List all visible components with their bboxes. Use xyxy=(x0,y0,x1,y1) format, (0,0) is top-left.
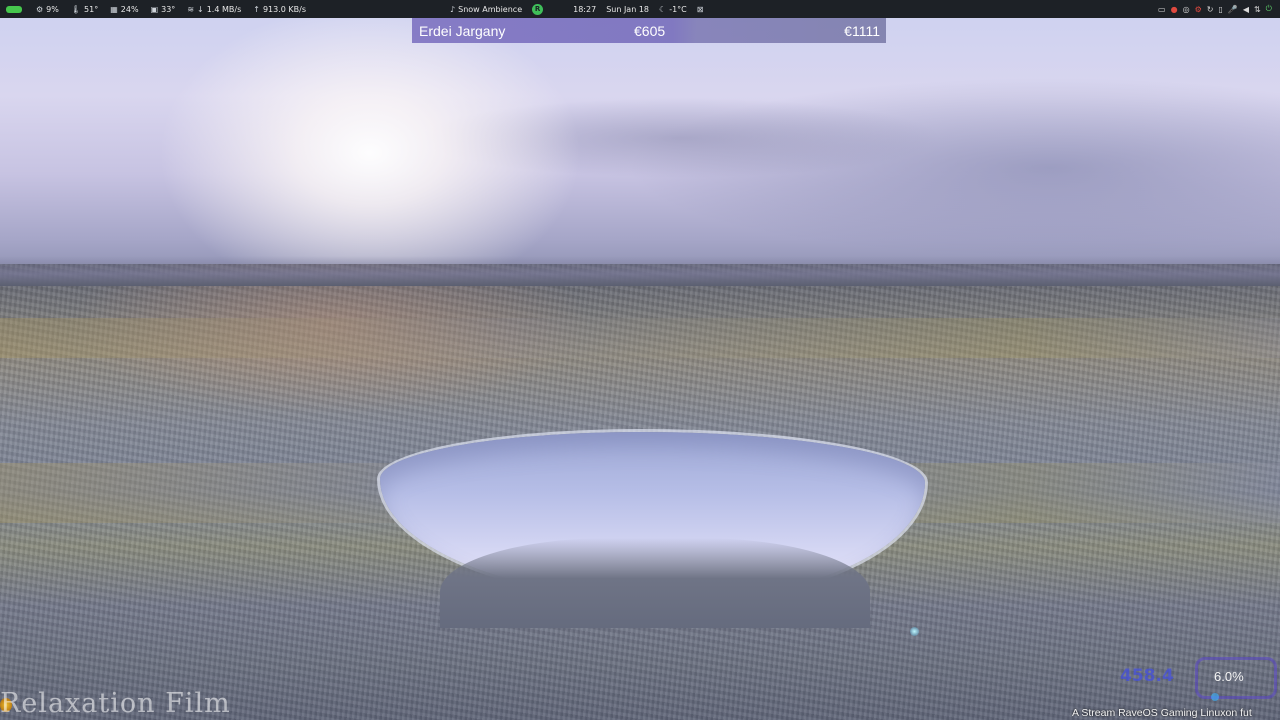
network-indicator[interactable]: ≋ ↓ 1.4 MB/s xyxy=(187,5,241,14)
settings-icon[interactable]: ⚙ xyxy=(1195,5,1202,14)
date[interactable]: Sun Jan 18 xyxy=(606,5,649,14)
record-icon[interactable]: ● xyxy=(1171,5,1178,14)
wifi-icon: ≋ xyxy=(187,4,195,14)
download-speed: 1.4 MB/s xyxy=(206,4,242,14)
video-frame xyxy=(0,18,1280,720)
music-note-icon: ♪ xyxy=(450,4,456,14)
horizon xyxy=(0,256,1280,286)
memory-indicator[interactable]: ▦ 24% xyxy=(110,5,138,14)
network-icon[interactable]: ⇅ xyxy=(1254,5,1261,14)
ticker-value-1: €605 xyxy=(634,22,666,39)
stream-caption: A Stream RaveOS Gaming Linuxon fut xyxy=(1072,707,1252,719)
cpu-indicator[interactable]: ⚙ 9% xyxy=(36,5,59,14)
cpu-icon: ⚙ xyxy=(36,4,44,14)
moon-icon: ☾ xyxy=(659,4,667,14)
upload-speed: 913.0 KB/s xyxy=(262,4,306,14)
foreground-trees xyxy=(440,538,870,628)
media-control-button[interactable]: R xyxy=(532,3,544,15)
volume-icon[interactable]: ◀ xyxy=(1243,5,1249,14)
cpu-temperature: 51° xyxy=(84,4,99,14)
upload-icon: ↑ xyxy=(253,4,260,14)
cpu-widget-percent: 6.0% xyxy=(1214,669,1244,684)
channel-logo: Relaxation Film xyxy=(0,688,231,719)
light-glint xyxy=(910,627,919,636)
temperature-indicator[interactable]: 🌡 51° xyxy=(71,5,98,14)
media-title: Snow Ambience xyxy=(458,4,523,14)
sky xyxy=(0,18,1280,278)
microphone-icon[interactable]: 🎤 xyxy=(1228,5,1238,14)
center-status-group: ♪ Snow Ambience R 18:27 Sun Jan 18 ☾ -1°… xyxy=(450,0,703,18)
status-dot-icon xyxy=(1211,693,1219,701)
memory-icon: ▦ xyxy=(110,4,118,14)
ticker-value-2: €1111 xyxy=(844,22,880,39)
battery-indicator[interactable] xyxy=(6,5,24,13)
gpu-temp-icon: ▣ xyxy=(150,4,159,14)
cpu-widget-value: 458.4 xyxy=(1120,666,1174,686)
memory-usage: 24% xyxy=(120,4,139,14)
forest-band xyxy=(0,318,1280,358)
gpu-temp-indicator[interactable]: ▣ 33° xyxy=(151,5,176,14)
power-icon[interactable]: ⏻ xyxy=(1266,4,1272,14)
sync-icon[interactable]: ↻ xyxy=(1207,5,1214,14)
cpu-widget: 458.4 6.0% xyxy=(1115,655,1277,701)
screen-share-icon[interactable]: ▭ xyxy=(1158,5,1166,14)
ticker-name: Erdei Jargany xyxy=(419,22,506,39)
media-player[interactable]: ♪ Snow Ambience xyxy=(450,5,522,14)
temperature-icon: 🌡 xyxy=(70,4,82,14)
weather-extra-icon[interactable]: ⊠ xyxy=(697,5,704,14)
weather-temperature: -1°C xyxy=(669,4,687,14)
upload-indicator[interactable]: ↑ 913.0 KB/s xyxy=(253,5,306,14)
ticker-overlay: Erdei Jargany €605 €1111 xyxy=(412,18,886,43)
system-tray: ▭ ● ◎ ⚙ ↻ ▯ 🎤 ◀ ⇅ ⏻ xyxy=(1158,0,1272,18)
battery-icon xyxy=(6,5,22,13)
clipboard-icon[interactable]: ▯ xyxy=(1218,5,1222,14)
weather-widget[interactable]: ☾ -1°C xyxy=(659,5,687,14)
top-status-bar: ⚙ 9% 🌡 51° ▦ 24% ▣ 33° ≋ ↓ 1.4 MB/s ↑ 91… xyxy=(0,0,1280,18)
cpu-usage: 9% xyxy=(46,4,59,14)
clock[interactable]: 18:27 xyxy=(573,5,596,14)
gpu-temperature: 33° xyxy=(161,4,176,14)
steam-icon[interactable]: ◎ xyxy=(1183,5,1190,14)
download-icon: ↓ xyxy=(197,4,204,14)
